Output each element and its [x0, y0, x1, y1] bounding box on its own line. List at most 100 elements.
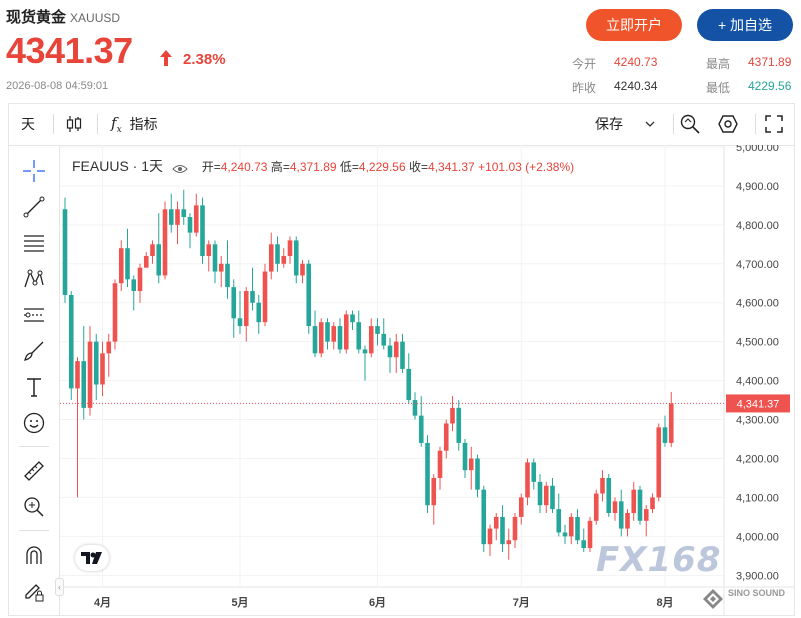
candle-body	[81, 361, 87, 408]
candle-body	[300, 263, 305, 276]
candle	[312, 310, 318, 358]
candle	[168, 193, 174, 233]
candle-body	[500, 516, 505, 545]
logo-text: SINO SOUND	[728, 588, 786, 598]
candle-body	[250, 291, 255, 303]
candle	[400, 333, 405, 373]
candle-body	[343, 314, 349, 350]
candle-body	[212, 244, 218, 272]
tv-logo-icon	[81, 552, 102, 564]
candle-body	[93, 341, 99, 385]
lock-drawing-tool[interactable]	[21, 578, 47, 604]
candle	[518, 493, 524, 525]
price-axis[interactable]: 5,000.00 4,900.00 4,800.00 4,700.00 4,600.00…	[736, 145, 779, 582]
x-tick-label: 4月	[94, 596, 111, 609]
candle	[387, 337, 393, 373]
candle	[506, 528, 512, 560]
y-tick-label: 4,900.00	[736, 181, 779, 193]
candle-body	[181, 209, 187, 218]
candle	[550, 477, 555, 514]
candle-body	[156, 244, 162, 276]
add-watchlist-button[interactable]: + 加自选	[697, 9, 793, 41]
candle-body	[312, 326, 318, 354]
candle	[81, 326, 87, 420]
horizontal-lines-tool[interactable]	[21, 230, 47, 256]
candle	[650, 493, 655, 514]
forecast-tool[interactable]	[21, 302, 47, 328]
candle	[275, 236, 280, 272]
candle	[187, 213, 193, 249]
candle-body	[325, 322, 330, 342]
text-tool[interactable]	[21, 374, 47, 400]
candle	[350, 310, 355, 330]
candle-body	[393, 341, 399, 358]
candle	[637, 485, 643, 525]
candle	[456, 400, 462, 451]
collapse-toolbar-handle[interactable]: ‹	[55, 578, 64, 596]
hide-eye-icon[interactable]	[172, 163, 189, 173]
candle-body	[593, 493, 599, 521]
legend-symbol[interactable]: FEAUUS · 1天	[72, 158, 163, 174]
trendline-tool[interactable]	[21, 194, 47, 220]
candle-body	[275, 244, 280, 264]
up-arrow-icon	[160, 50, 172, 66]
open-account-button[interactable]: 立即开户	[586, 9, 682, 41]
candle	[281, 248, 287, 268]
y-tick-label: 4,800.00	[736, 220, 779, 232]
candle	[587, 516, 593, 552]
candle	[487, 524, 493, 556]
candle-body	[337, 326, 343, 350]
save-button[interactable]: 保存	[595, 104, 655, 144]
time-axis[interactable]: 4月 5月 6月 7月 8月	[94, 596, 674, 609]
legend-change: +101.03 (+2.38%)	[478, 160, 575, 174]
candle	[200, 197, 205, 264]
measure-tool[interactable]	[21, 458, 47, 484]
candle-body	[425, 442, 430, 506]
zoom-tool[interactable]	[21, 494, 47, 520]
candle-body	[443, 423, 449, 451]
candle	[643, 505, 649, 537]
crosshair-tool[interactable]	[21, 158, 47, 184]
candle	[162, 201, 168, 280]
candle	[256, 294, 262, 334]
fullscreen-button[interactable]	[764, 104, 784, 144]
legend-low-label: 低	[339, 160, 352, 174]
candle	[62, 197, 68, 303]
candle-body	[587, 520, 593, 549]
candle	[218, 255, 224, 288]
candle	[131, 275, 137, 311]
candle	[537, 474, 543, 514]
candle-body	[293, 240, 299, 276]
candle	[481, 485, 487, 552]
candle	[368, 318, 374, 358]
candle-body	[406, 368, 412, 401]
candle-body	[462, 442, 468, 471]
x-tick-label: 6月	[369, 596, 386, 609]
brush-tool[interactable]	[21, 338, 47, 364]
tradingview-logo[interactable]	[75, 545, 109, 571]
emoji-tool[interactable]	[21, 410, 47, 436]
open-label: 今开	[572, 57, 597, 71]
interval-selector[interactable]: 天	[21, 104, 35, 144]
candle-body	[643, 509, 649, 521]
pattern-tool[interactable]	[21, 266, 47, 292]
candle-body	[550, 485, 555, 510]
candlestick-icon	[66, 116, 82, 132]
indicators-button[interactable]: fx 指标	[111, 104, 158, 144]
candle	[250, 267, 255, 311]
candle	[468, 446, 474, 490]
legend-low: 4,229.56	[358, 160, 406, 174]
magnet-tool[interactable]	[21, 542, 47, 568]
fullscreen-icon	[765, 115, 783, 133]
chart-type-button[interactable]	[65, 104, 83, 144]
candle-body	[456, 407, 462, 443]
candle	[237, 291, 243, 334]
candle-body	[168, 209, 174, 225]
candle	[150, 240, 155, 264]
candle	[293, 236, 299, 284]
legend-high-label: 高	[270, 160, 283, 174]
zoom-in-icon	[24, 497, 44, 517]
settings-button[interactable]	[717, 104, 739, 144]
quick-search-button[interactable]	[679, 104, 701, 144]
watermark: FX168	[596, 540, 722, 580]
